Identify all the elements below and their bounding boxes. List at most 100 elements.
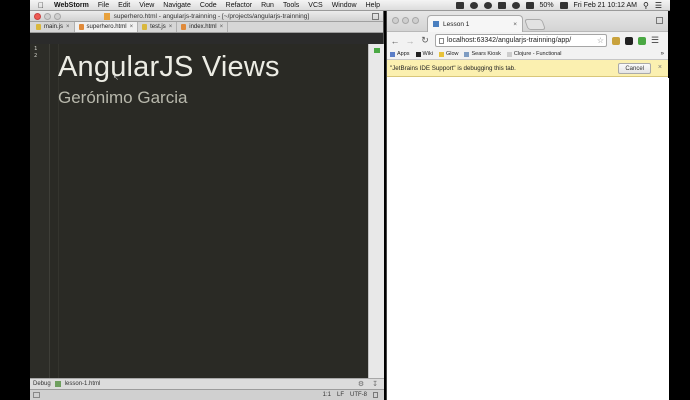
ide-window-title: superhero.html - angularjs-trainning - [… [113, 13, 310, 20]
bookmark-star-icon[interactable]: ☆ [597, 36, 604, 45]
close-window-button[interactable] [34, 13, 41, 20]
menu-window[interactable]: Window [332, 2, 357, 9]
url-text[interactable]: localhost:63342/angularjs-trainning/app/ [447, 37, 571, 44]
tab-main-js[interactable]: main.js × [32, 22, 75, 32]
extension-icon[interactable] [612, 36, 620, 45]
screen-recorder-icon[interactable] [455, 1, 464, 9]
read-only-lock-icon[interactable] [373, 392, 378, 398]
line-number-gutter[interactable]: 1 2 [30, 44, 50, 378]
close-window-button[interactable] [392, 17, 399, 24]
menu-navigate[interactable]: Navigate [163, 2, 191, 9]
menu-run[interactable]: Run [261, 2, 274, 9]
ide-status-bar: 1:1 LF UTF-8 [30, 389, 384, 400]
bookmark-label: Apps [397, 51, 410, 57]
volume-icon[interactable] [525, 1, 534, 9]
menu-help[interactable]: Help [366, 2, 380, 9]
code-editor[interactable]: 1 2 AngularJS Views Gerónimo Garcia ↖ [30, 44, 384, 378]
infobar-message: "JetBrains IDE Support" is debugging thi… [390, 64, 516, 72]
notification-icon[interactable] [483, 1, 492, 9]
editor-content[interactable]: AngularJS Views Gerónimo Garcia ↖ [50, 44, 368, 378]
jetbrains-extension-icon[interactable] [625, 36, 633, 45]
html-file-icon [78, 24, 84, 30]
cancel-debugging-button[interactable]: Cancel [618, 63, 651, 74]
gear-icon[interactable]: ⚙ [358, 380, 364, 388]
battery-icon[interactable] [559, 1, 568, 9]
debug-config-icon [54, 381, 61, 387]
page-info-icon[interactable] [439, 37, 444, 44]
page-content[interactable] [387, 78, 669, 400]
inspection-ok-icon[interactable] [374, 48, 380, 53]
html-file-icon [181, 24, 187, 30]
debug-tool-bar: Debug lesson-1.html ⚙ ↧ [30, 378, 384, 389]
editor-tabs: main.js × superhero.html × test.js × ind… [30, 22, 383, 33]
fullscreen-icon[interactable] [656, 17, 663, 24]
error-stripe[interactable] [368, 44, 384, 378]
clock[interactable]: Fri Feb 21 10:12 AM [574, 2, 637, 9]
bookmark-sears-kiosk[interactable]: Sears Kiosk [464, 51, 501, 57]
spotlight-search-icon[interactable]: ⚲ [643, 1, 649, 10]
minimize-window-button[interactable] [402, 17, 409, 24]
debug-config-name[interactable]: lesson-1.html [65, 381, 101, 387]
notification-center-icon[interactable]: ☰ [655, 1, 662, 10]
apple-menu-icon[interactable]:  [38, 1, 47, 10]
tab-label: test.js [150, 24, 166, 30]
menu-tools[interactable]: Tools [283, 2, 299, 9]
bluetooth-icon[interactable] [497, 1, 506, 9]
browser-tab-title: Lesson 1 [443, 20, 470, 28]
line-separator[interactable]: LF [337, 392, 344, 398]
bookmark-label: Sears Kiosk [471, 51, 501, 57]
reload-button[interactable]: ↻ [420, 35, 430, 46]
close-tab-icon[interactable]: × [130, 24, 134, 30]
line-number: 2 [34, 53, 38, 59]
zoom-window-button[interactable] [54, 13, 61, 20]
menu-view[interactable]: View [139, 2, 154, 9]
ide-window-controls [34, 13, 61, 20]
close-tab-icon[interactable]: × [66, 24, 70, 30]
menu-edit[interactable]: Edit [118, 2, 130, 9]
time-machine-icon[interactable] [469, 1, 478, 9]
desktop:  WebStorm File Edit View Navigate Code … [0, 0, 690, 400]
tab-index-html[interactable]: index.html × [177, 22, 229, 32]
chrome-menu-icon[interactable]: ☰ [651, 35, 659, 46]
fullscreen-icon[interactable] [372, 13, 379, 20]
menu-bar:  WebStorm File Edit View Navigate Code … [30, 0, 670, 11]
bookmark-wiki[interactable]: Wiki [415, 51, 433, 57]
browser-tab[interactable]: Lesson 1 × [427, 15, 523, 32]
menu-code[interactable]: Code [200, 2, 217, 9]
tool-windows-icon[interactable] [33, 392, 40, 398]
app-menu[interactable]: WebStorm [54, 2, 89, 9]
tab-label: main.js [44, 24, 64, 30]
more-bookmarks-button[interactable]: » [661, 51, 664, 57]
page-favicon-icon [433, 21, 439, 27]
menu-vcs[interactable]: VCS [308, 2, 322, 9]
mouse-cursor-icon: ↖ [113, 75, 119, 82]
debugging-infobar: "JetBrains IDE Support" is debugging thi… [387, 60, 668, 77]
back-button[interactable]: ← [390, 36, 400, 46]
address-bar[interactable]: localhost:63342/angularjs-trainning/app/… [435, 34, 607, 47]
hide-panel-icon[interactable]: ↧ [372, 380, 378, 388]
bookmark-clojure[interactable]: Clojure - Functional [506, 51, 562, 57]
tab-superhero-html[interactable]: superhero.html × [74, 22, 139, 32]
zoom-window-button[interactable] [412, 17, 419, 24]
tab-test-js[interactable]: test.js × [138, 22, 178, 32]
menu-file[interactable]: File [98, 2, 109, 9]
bookmark-glow[interactable]: Glow [438, 51, 458, 57]
wifi-icon[interactable] [511, 1, 520, 9]
extension-icon[interactable] [638, 36, 646, 45]
close-tab-icon[interactable]: × [169, 24, 173, 30]
bookmark-apps[interactable]: Apps [390, 51, 410, 57]
close-infobar-icon[interactable]: × [658, 64, 662, 71]
tab-label: index.html [189, 24, 217, 30]
caret-position[interactable]: 1:1 [323, 392, 331, 398]
menu-refactor[interactable]: Refactor [226, 2, 252, 9]
close-tab-icon[interactable]: × [220, 24, 224, 30]
file-encoding[interactable]: UTF-8 [350, 392, 367, 398]
close-tab-icon[interactable]: × [513, 21, 517, 28]
battery-percentage[interactable]: 50% [540, 2, 554, 9]
minimize-window-button[interactable] [44, 13, 51, 20]
forward-button[interactable]: → [405, 36, 415, 46]
line-number: 1 [34, 46, 38, 52]
new-tab-button[interactable] [523, 19, 547, 30]
debug-label[interactable]: Debug [33, 381, 51, 387]
page-icon [506, 51, 512, 57]
